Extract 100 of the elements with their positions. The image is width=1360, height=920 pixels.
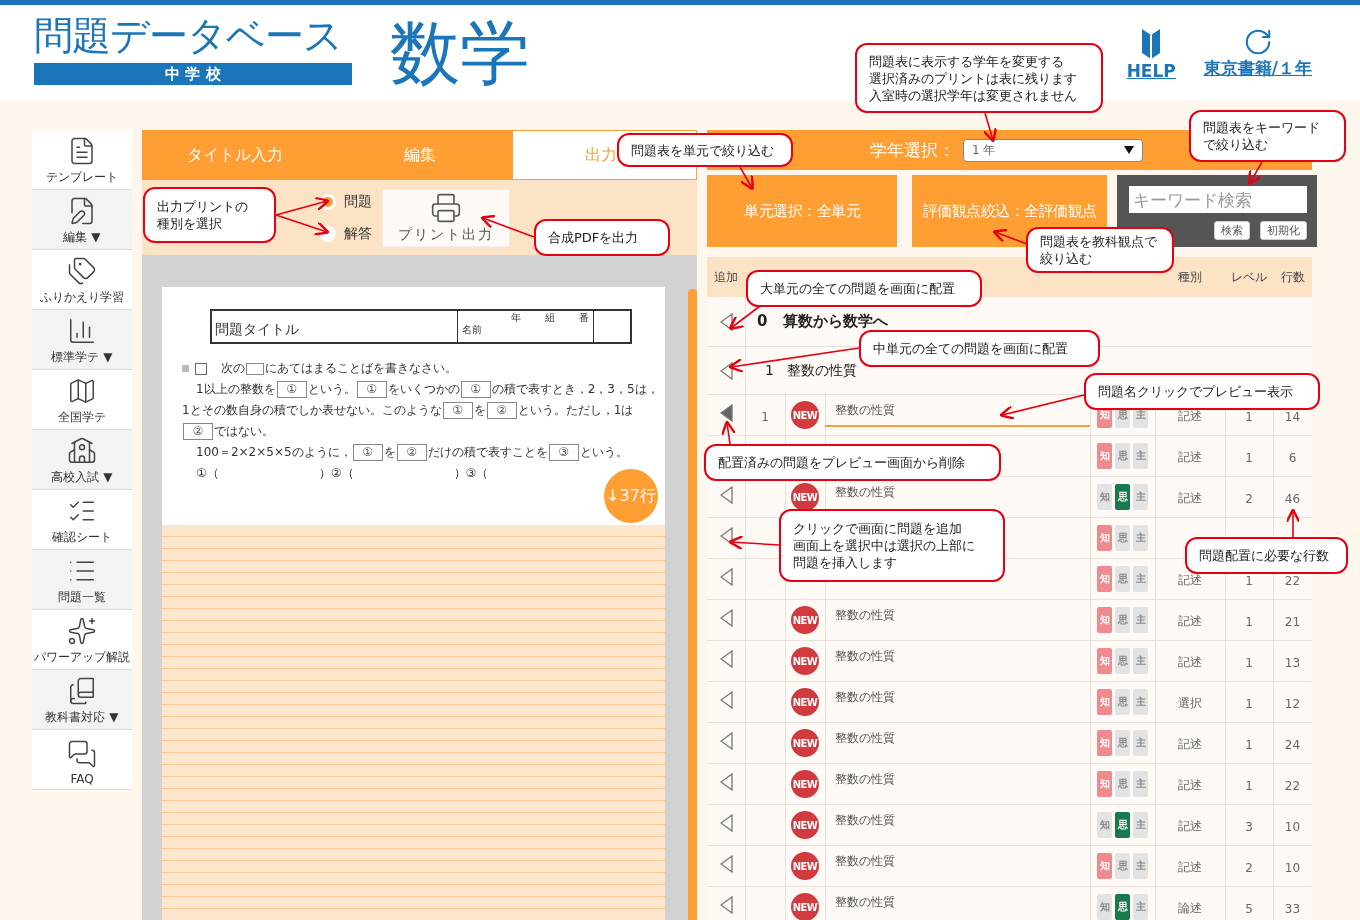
level-cell: 1 xyxy=(1245,573,1253,588)
type-cell: 記述 xyxy=(1178,409,1202,423)
viewpoint-badge: 思 xyxy=(1115,648,1130,674)
lines-cell: 22 xyxy=(1284,573,1301,588)
new-badge: NEW xyxy=(791,606,819,634)
level-cell: 1 xyxy=(1245,655,1253,670)
viewpoint-badge: 知 xyxy=(1097,771,1112,797)
viewpoint-badge: 知 xyxy=(1097,443,1112,469)
column-header: レベル xyxy=(1231,268,1267,286)
column-header: 追加 xyxy=(714,268,738,286)
viewpoint-badge: 思 xyxy=(1115,771,1130,797)
question-text: をいくつかの xyxy=(387,381,460,398)
lines-cell: 10 xyxy=(1284,819,1301,834)
class-label: 番 xyxy=(579,312,589,324)
viewpoint-badge: 知 xyxy=(1097,525,1112,551)
school-label: 中 学 校 xyxy=(34,63,352,85)
class-label: 年 xyxy=(511,312,521,324)
type-cell: 論述 xyxy=(1178,901,1202,915)
callout-text: 選択済みのプリントは表に残ります xyxy=(869,69,1078,87)
callout-text: クリックで画面に問題を追加 xyxy=(793,520,963,537)
level-cell: 2 xyxy=(1245,491,1253,506)
lines-cell: 6 xyxy=(1288,450,1297,465)
class-label: 組 xyxy=(545,312,555,324)
print-title: 問題タイトル xyxy=(212,311,458,342)
viewpoint-badge: 思 xyxy=(1115,812,1130,838)
level-cell: 1 xyxy=(1245,614,1253,629)
level-cell: 1 xyxy=(1245,696,1253,711)
callout-text: 問題表に表示する学年を変更する xyxy=(869,52,1065,70)
lines-cell: 21 xyxy=(1284,614,1301,629)
level-cell: 1 xyxy=(1245,737,1253,752)
level-cell: 1 xyxy=(1245,450,1253,465)
type-cell: 記述 xyxy=(1178,819,1202,833)
callout-text: 出力プリントの xyxy=(157,198,249,215)
level-cell: 1 xyxy=(1245,409,1253,424)
viewpoint-badge: 主 xyxy=(1133,894,1148,920)
viewpoint-badge: 思 xyxy=(1115,525,1130,551)
viewpoint-badge: 主 xyxy=(1133,853,1148,879)
row-number: 1 xyxy=(761,409,769,424)
type-cell: 記述 xyxy=(1178,491,1202,505)
callout-text: 問題配置に必要な行数 xyxy=(1199,547,1330,564)
viewpoint-badge: 思 xyxy=(1115,894,1130,920)
callout-text: 問題表をキーワード xyxy=(1203,119,1321,136)
new-badge: NEW xyxy=(791,852,819,880)
viewpoint-badge: 思 xyxy=(1115,484,1130,510)
viewpoint-badge: 知 xyxy=(1097,812,1112,838)
new-badge: NEW xyxy=(791,483,819,511)
question-text: 1とその数自身の積でしか表せない。このような xyxy=(182,402,442,419)
question-text: 次の xyxy=(221,360,245,377)
type-cell: 記述 xyxy=(1178,655,1202,669)
viewpoint-badge: 主 xyxy=(1133,525,1148,551)
callout-text: 中単元の全ての問題を画面に配置 xyxy=(873,340,1069,357)
viewpoint-badge: 知 xyxy=(1097,566,1112,592)
column-header: 行数 xyxy=(1280,268,1305,286)
answer-blank: ① xyxy=(352,444,383,461)
viewpoint-badge: 思 xyxy=(1115,853,1130,879)
viewpoint-badge: 主 xyxy=(1133,648,1148,674)
new-badge: NEW xyxy=(791,647,819,675)
answer-blank: ① xyxy=(442,402,473,419)
question-text: 100＝2×2×5×5のように， xyxy=(196,444,352,461)
question-text: ③（ xyxy=(465,465,489,482)
viewpoint-badge: 知 xyxy=(1097,894,1112,920)
viewpoint-badge: 思 xyxy=(1115,566,1130,592)
question-text: という。ただし，1は xyxy=(517,402,634,419)
question-text: だけの積で表すことを xyxy=(427,444,548,461)
callout-text: 問題を挿入します xyxy=(793,554,898,571)
viewpoint-badge: 知 xyxy=(1097,484,1112,510)
type-cell: 記述 xyxy=(1178,614,1202,628)
grade-label: 学年選択： xyxy=(870,138,955,162)
callout-text: 配置済みの問題をプレビュー画面から削除 xyxy=(718,454,966,471)
viewpoint-badge: 主 xyxy=(1133,566,1148,592)
answer-blank: ① xyxy=(356,381,387,398)
callout-text: 入室時の選択学年は変更されません xyxy=(869,86,1078,104)
viewpoint-badge: 知 xyxy=(1097,607,1112,633)
answer-blank: ② xyxy=(183,423,213,440)
lines-cell: 14 xyxy=(1284,409,1301,424)
subject-title: 数学 xyxy=(390,13,530,93)
new-badge: NEW xyxy=(791,893,819,920)
answer-blank: ① xyxy=(460,381,491,398)
level-cell: 5 xyxy=(1245,901,1253,916)
name-label: 名前 xyxy=(462,324,483,336)
question-text: ） xyxy=(453,465,466,482)
question-text: ②（ xyxy=(330,465,354,482)
viewpoint-badge: 知 xyxy=(1097,853,1112,879)
callout-text: 大単元の全ての問題を画面に配置 xyxy=(760,280,956,297)
column-header: 種別 xyxy=(1178,268,1202,286)
level-cell: 3 xyxy=(1245,819,1253,834)
viewpoint-badge: 思 xyxy=(1115,730,1130,756)
answer-blank: ① xyxy=(276,381,307,398)
line-counter-bubble: ↓37行 xyxy=(604,469,658,523)
viewpoint-badge: 知 xyxy=(1097,689,1112,715)
new-badge: NEW xyxy=(791,770,819,798)
question-text: という。 xyxy=(579,444,628,461)
lines-cell: 46 xyxy=(1284,491,1301,506)
viewpoint-badge: 主 xyxy=(1133,730,1148,756)
type-cell: 記述 xyxy=(1178,450,1202,464)
viewpoint-badge: 主 xyxy=(1133,607,1148,633)
viewpoint-badge: 主 xyxy=(1133,812,1148,838)
viewpoint-badge: 知 xyxy=(1097,648,1112,674)
viewpoint-badge: 思 xyxy=(1115,607,1130,633)
level-cell: 1 xyxy=(1245,778,1253,793)
